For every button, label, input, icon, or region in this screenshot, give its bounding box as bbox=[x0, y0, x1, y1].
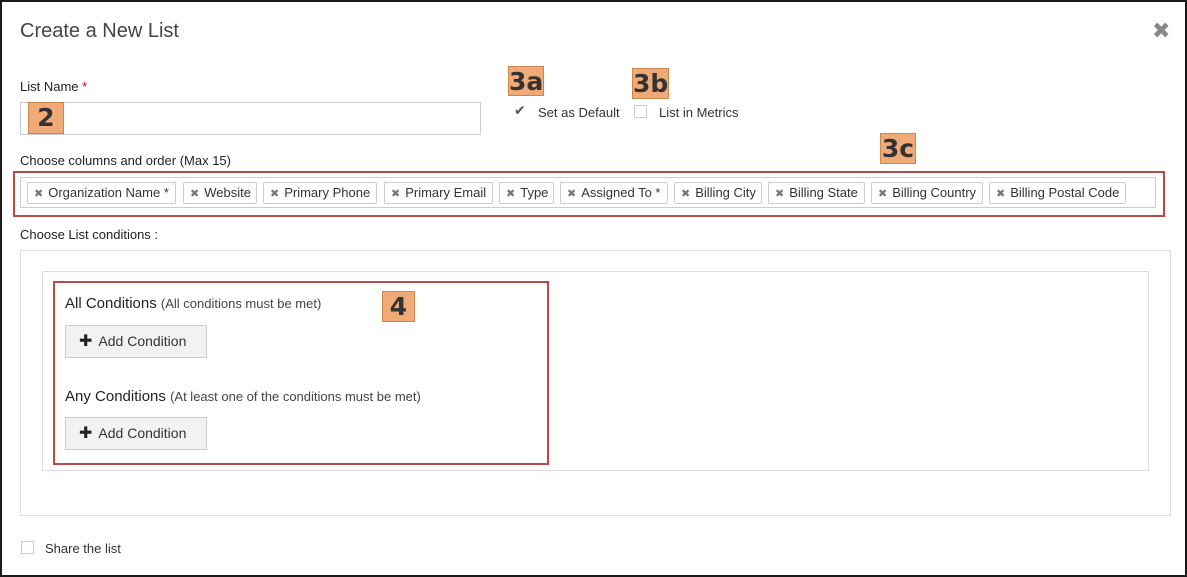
remove-tag-icon[interactable]: ✖ bbox=[506, 188, 515, 200]
create-list-dialog: Create a New List ✖ List Name * 2 3a ✔ S… bbox=[0, 0, 1187, 577]
all-conditions-heading: All Conditions (All conditions must be m… bbox=[65, 295, 321, 312]
add-condition-label: Add Condition bbox=[98, 425, 187, 441]
column-tag[interactable]: ✖ Website bbox=[183, 182, 257, 204]
column-tag[interactable]: ✖ Billing Country bbox=[871, 182, 983, 204]
list-name-label: List Name * bbox=[20, 79, 87, 94]
required-marker: * bbox=[82, 79, 88, 94]
column-tag-label: Website bbox=[204, 185, 251, 200]
remove-tag-icon[interactable]: ✖ bbox=[391, 188, 400, 200]
column-tag[interactable]: ✖ Billing City bbox=[674, 182, 762, 204]
all-conditions-title: All Conditions bbox=[65, 295, 157, 312]
callout-4: 4 bbox=[382, 291, 415, 322]
column-tag-label: Organization Name * bbox=[48, 185, 169, 200]
column-tag[interactable]: ✖ Type bbox=[499, 182, 554, 204]
column-tag[interactable]: ✖ Assigned To * bbox=[560, 182, 668, 204]
any-conditions-heading: Any Conditions (At least one of the cond… bbox=[65, 388, 421, 405]
set-default-label: Set as Default bbox=[538, 105, 620, 120]
remove-tag-icon[interactable]: ✖ bbox=[681, 188, 690, 200]
column-tag-label: Assigned To * bbox=[581, 185, 661, 200]
add-condition-label: Add Condition bbox=[98, 333, 187, 349]
conditions-label: Choose List conditions : bbox=[20, 227, 159, 242]
column-tag[interactable]: ✖ Billing State bbox=[768, 182, 865, 204]
remove-tag-icon[interactable]: ✖ bbox=[34, 188, 43, 200]
remove-tag-icon[interactable]: ✖ bbox=[567, 188, 576, 200]
remove-tag-icon[interactable]: ✖ bbox=[878, 188, 887, 200]
set-default-checkbox[interactable]: ✔ bbox=[514, 103, 526, 117]
all-conditions-subtitle: (All conditions must be met) bbox=[160, 296, 322, 311]
column-tag-label: Primary Email bbox=[405, 185, 487, 200]
add-any-condition-button[interactable]: ✚ Add Condition bbox=[65, 417, 207, 450]
column-tag-label: Billing State bbox=[789, 185, 858, 200]
column-tag[interactable]: ✖ Organization Name * bbox=[27, 182, 176, 204]
column-tag[interactable]: ✖ Billing Postal Code bbox=[989, 182, 1126, 204]
column-tag-label: Billing Postal Code bbox=[1010, 185, 1120, 200]
list-name-input[interactable] bbox=[20, 102, 481, 135]
column-tag-label: Primary Phone bbox=[284, 185, 371, 200]
columns-label: Choose columns and order (Max 15) bbox=[20, 153, 231, 168]
list-name-label-text: List Name bbox=[20, 79, 79, 94]
column-tag[interactable]: ✖ Primary Phone bbox=[263, 182, 377, 204]
plus-icon: ✚ bbox=[79, 425, 93, 442]
callout-3a: 3a bbox=[508, 66, 544, 96]
add-all-condition-button[interactable]: ✚ Add Condition bbox=[65, 325, 207, 358]
column-tag-label: Billing City bbox=[695, 185, 756, 200]
remove-tag-icon[interactable]: ✖ bbox=[190, 188, 199, 200]
plus-icon: ✚ bbox=[79, 333, 93, 350]
column-tag-label: Billing Country bbox=[892, 185, 977, 200]
callout-3b: 3b bbox=[632, 68, 669, 99]
list-in-metrics-label: List in Metrics bbox=[659, 105, 739, 120]
remove-tag-icon[interactable]: ✖ bbox=[270, 188, 279, 200]
dialog-title: Create a New List bbox=[20, 20, 179, 42]
column-tag-label: Type bbox=[520, 185, 549, 200]
share-list-checkbox[interactable] bbox=[21, 541, 34, 554]
any-conditions-title: Any Conditions bbox=[65, 388, 166, 405]
remove-tag-icon[interactable]: ✖ bbox=[775, 188, 784, 200]
remove-tag-icon[interactable]: ✖ bbox=[996, 188, 1005, 200]
any-conditions-subtitle: (At least one of the conditions must be … bbox=[170, 389, 421, 404]
list-in-metrics-checkbox[interactable] bbox=[634, 105, 647, 118]
share-list-label: Share the list bbox=[45, 541, 121, 556]
callout-3c: 3c bbox=[880, 133, 916, 164]
close-icon[interactable]: ✖ bbox=[1152, 18, 1170, 44]
column-tag[interactable]: ✖ Primary Email bbox=[384, 182, 493, 204]
callout-2: 2 bbox=[28, 102, 64, 134]
